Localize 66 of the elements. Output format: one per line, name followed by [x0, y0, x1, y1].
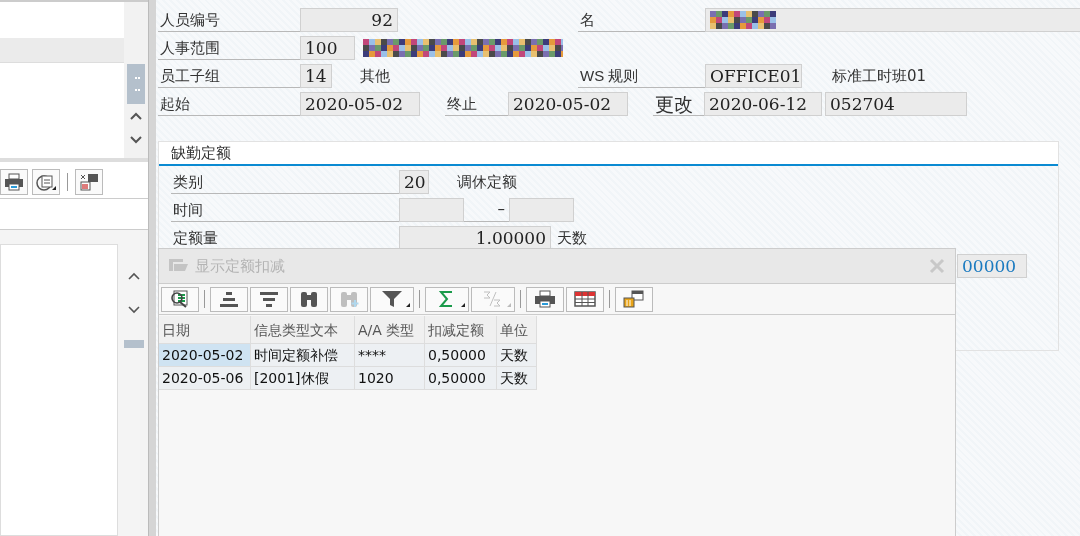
column-header[interactable]: 单位: [497, 316, 537, 344]
scroll-up-icon[interactable]: [130, 112, 142, 120]
table-cell: 1020: [355, 367, 425, 390]
column-header[interactable]: 扣减定额: [425, 316, 497, 344]
print-button[interactable]: [526, 286, 564, 312]
group-title: 缺勤定额: [159, 142, 1058, 166]
time-to-field[interactable]: [509, 198, 574, 222]
printer-icon: [534, 290, 556, 308]
document-icon: [36, 173, 56, 191]
column-header[interactable]: 日期: [159, 316, 251, 344]
changed-by-field[interactable]: 052704: [825, 92, 967, 116]
filter-button[interactable]: [370, 286, 414, 312]
quantity-field[interactable]: 1.00000: [399, 226, 551, 250]
quota-field[interactable]: 00000: [957, 254, 1027, 278]
print-button[interactable]: [0, 169, 28, 195]
export-button[interactable]: [32, 169, 60, 195]
time-from-field[interactable]: [399, 198, 464, 222]
sum-button[interactable]: [425, 286, 469, 312]
field-label: 时间: [171, 198, 399, 222]
find-button[interactable]: [290, 286, 328, 312]
personnel-number-field[interactable]: 92: [300, 8, 398, 32]
table-cell: 天数: [497, 367, 537, 390]
name-field[interactable]: [705, 8, 1080, 32]
changed-date-field[interactable]: 2020-06-12: [704, 92, 822, 116]
start-date-field[interactable]: 2020-05-02: [300, 92, 420, 116]
layout-icon: [623, 290, 645, 308]
printer-icon: [4, 173, 24, 191]
table-cell: 0,50000: [425, 344, 497, 367]
binoculars-icon: [298, 290, 320, 308]
table-cell: 天数: [497, 344, 537, 367]
scrollbar-thumb[interactable]: [127, 64, 145, 104]
ws-rule-field[interactable]: OFFICE01: [705, 64, 802, 88]
column-header[interactable]: A/A 类型: [355, 316, 425, 344]
ws-rule-text: 标准工时班01: [832, 66, 927, 87]
field-label: 类别: [171, 170, 399, 194]
layout-button[interactable]: [615, 286, 653, 312]
layout-button[interactable]: [75, 169, 103, 195]
table-cell: 0,50000: [425, 367, 497, 390]
unit-text: 天数: [557, 228, 587, 249]
category-text: 调休定额: [457, 172, 517, 193]
sort-asc-button[interactable]: [210, 286, 248, 312]
table-cell: 时间定额补偿: [251, 344, 355, 367]
table-cell: 2020-05-06: [159, 367, 251, 390]
end-date-field[interactable]: 2020-05-02: [508, 92, 628, 116]
scroll-up-icon[interactable]: [128, 272, 140, 280]
scrollbar-thumb[interactable]: [124, 340, 144, 348]
column-header[interactable]: 信息类型文本: [251, 316, 355, 344]
magnifier-list-icon: [169, 290, 191, 308]
scroll-down-icon[interactable]: [130, 136, 142, 144]
scroll-down-icon[interactable]: [128, 306, 140, 314]
personnel-area-field[interactable]: 100: [300, 36, 355, 60]
table-icon: [574, 290, 596, 308]
sort-ascending-icon: [218, 290, 240, 308]
employee-subgroup-field[interactable]: 14: [300, 64, 332, 88]
filter-icon: [381, 290, 403, 308]
table-cell: ****: [355, 344, 425, 367]
table-cell: [2001]休假: [251, 367, 355, 390]
sort-descending-icon: [258, 290, 280, 308]
layout-icon: [79, 173, 99, 191]
subgroup-text: 其他: [360, 66, 391, 87]
table-cell: 2020-05-02: [159, 344, 251, 367]
details-button[interactable]: [161, 286, 199, 312]
category-field[interactable]: 20: [399, 170, 429, 194]
grid-button[interactable]: [566, 286, 604, 312]
sort-desc-button[interactable]: [250, 286, 288, 312]
binoculars-plus-icon: [338, 290, 360, 308]
